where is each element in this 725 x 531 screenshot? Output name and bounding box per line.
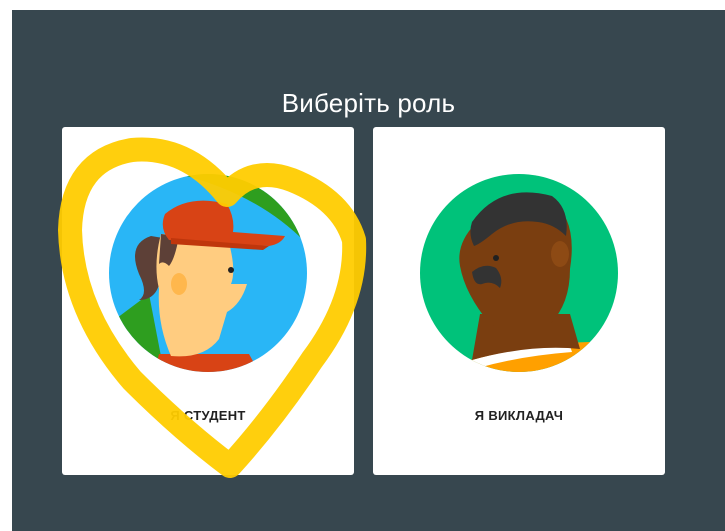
page-title: Виберіть роль (281, 88, 456, 118)
student-avatar (109, 174, 307, 372)
teacher-role-card[interactable]: Я ВИКЛАДАЧ (373, 127, 665, 475)
role-selection-screen: Виберіть роль Я СТУДЕНТ Я ВИКЛАДАЧ (12, 10, 725, 531)
student-role-label: Я СТУДЕНТ (170, 408, 246, 423)
teacher-avatar (420, 174, 618, 372)
student-role-card[interactable]: Я СТУДЕНТ (62, 127, 354, 475)
teacher-role-label: Я ВИКЛАДАЧ (474, 408, 564, 423)
